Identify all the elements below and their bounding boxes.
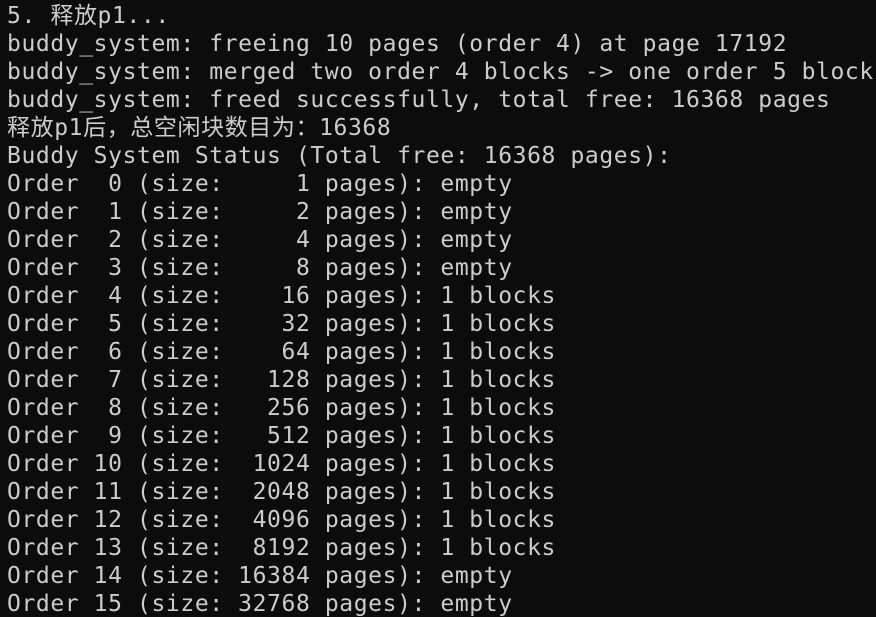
status-heading-line: Buddy System Status (Total free: 16368 p… xyxy=(7,143,672,169)
order-status-line: Order 9 (size: 512 pages): 1 blocks xyxy=(7,423,556,449)
order-status-line: Order 7 (size: 128 pages): 1 blocks xyxy=(7,367,556,393)
terminal-output[interactable]: 5. 释放p1... buddy_system: freeing 10 page… xyxy=(0,0,876,617)
log-line-freeing: buddy_system: freeing 10 pages (order 4)… xyxy=(7,31,788,57)
step-heading-line: 5. 释放p1... xyxy=(7,3,170,29)
order-status-line: Order 1 (size: 2 pages): empty xyxy=(7,199,513,225)
order-status-line: Order 12 (size: 4096 pages): 1 blocks xyxy=(7,507,556,533)
order-status-line: Order 15 (size: 32768 pages): empty xyxy=(7,591,513,617)
order-status-line: Order 2 (size: 4 pages): empty xyxy=(7,227,513,253)
order-status-line: Order 6 (size: 64 pages): 1 blocks xyxy=(7,339,556,365)
summary-line-total-free: 释放p1后，总空闲块数目为：16368 xyxy=(7,115,392,141)
log-line-merged: buddy_system: merged two order 4 blocks … xyxy=(7,59,874,85)
order-status-line: Order 5 (size: 32 pages): 1 blocks xyxy=(7,311,556,337)
order-status-line: Order 4 (size: 16 pages): 1 blocks xyxy=(7,283,556,309)
order-status-line: Order 11 (size: 2048 pages): 1 blocks xyxy=(7,479,556,505)
order-status-line: Order 0 (size: 1 pages): empty xyxy=(7,171,513,197)
order-status-line: Order 8 (size: 256 pages): 1 blocks xyxy=(7,395,556,421)
order-status-line: Order 13 (size: 8192 pages): 1 blocks xyxy=(7,535,556,561)
order-status-line: Order 14 (size: 16384 pages): empty xyxy=(7,563,513,589)
order-status-line: Order 3 (size: 8 pages): empty xyxy=(7,255,513,281)
log-line-freed: buddy_system: freed successfully, total … xyxy=(7,87,831,113)
order-status-line: Order 10 (size: 1024 pages): 1 blocks xyxy=(7,451,556,477)
